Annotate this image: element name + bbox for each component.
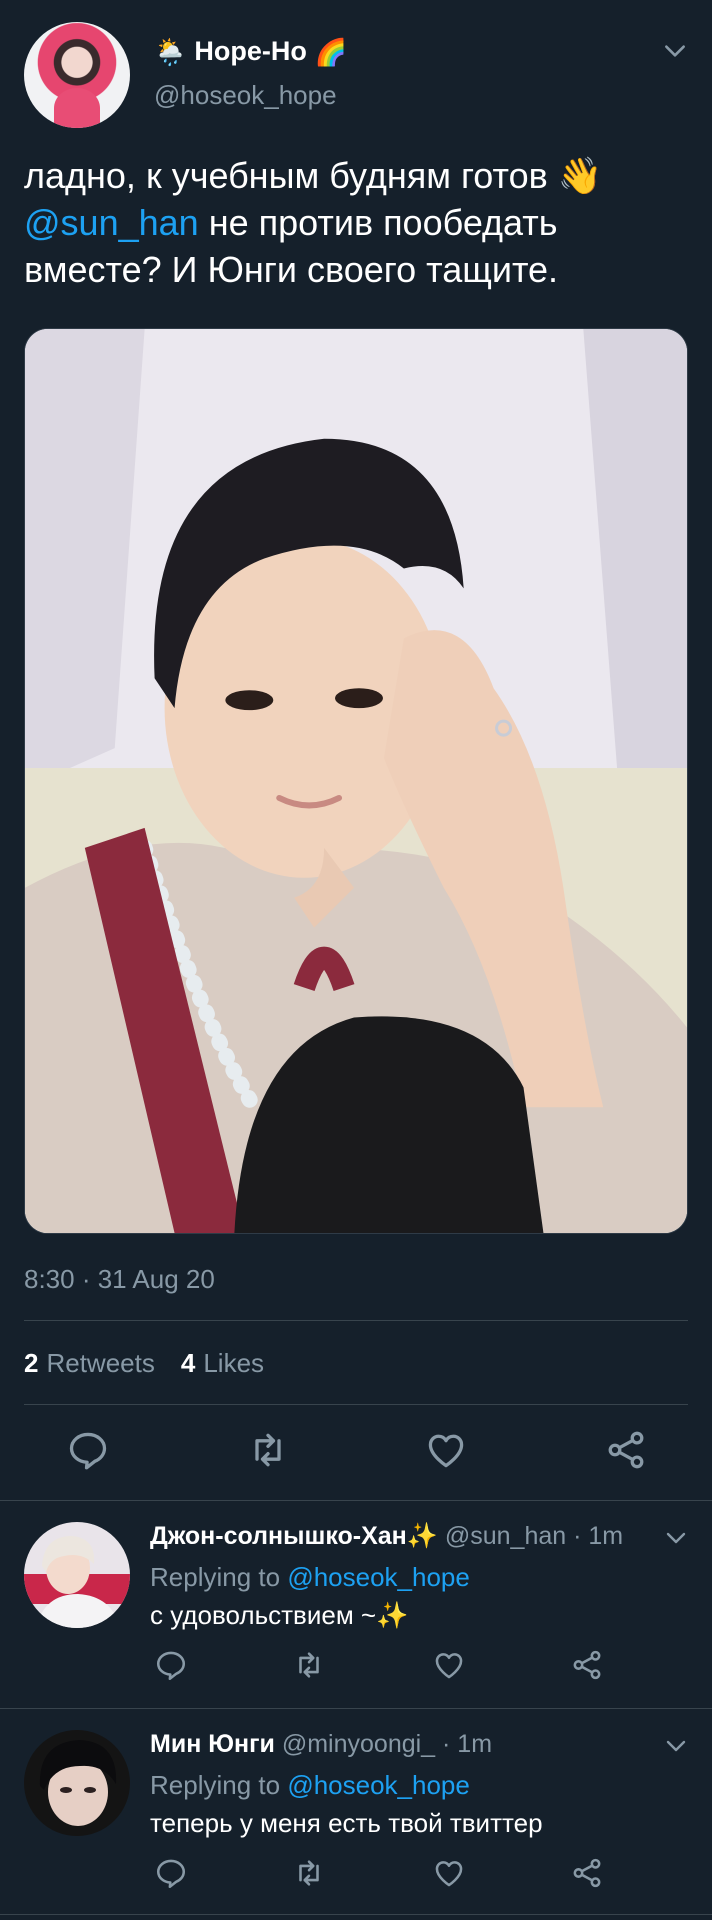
reply-actions xyxy=(150,1856,620,1896)
replying-to-line: Replying to @hoseok_hope xyxy=(150,1562,470,1593)
avatar[interactable] xyxy=(24,22,130,128)
divider xyxy=(24,1320,688,1321)
replying-to-label: Replying to xyxy=(150,1770,288,1800)
chevron-down-icon[interactable] xyxy=(664,1734,688,1758)
reply-text: теперь у меня есть твой твиттер xyxy=(150,1808,543,1838)
replying-to-label: Replying to xyxy=(150,1562,288,1592)
rainbow-emoji: 🌈 xyxy=(314,36,348,67)
tweet-photo[interactable] xyxy=(24,328,688,1234)
retweet-icon[interactable] xyxy=(246,1428,290,1472)
retweet-icon[interactable] xyxy=(292,1648,326,1682)
mention-link[interactable]: @sun_han xyxy=(24,202,199,243)
author-display-name[interactable]: Hope-Ho xyxy=(194,36,306,67)
like-icon[interactable] xyxy=(432,1648,466,1682)
reply-tweet[interactable]: Мин Юнги @minyoongi_ · 1m Replying to @h… xyxy=(0,1730,712,1900)
divider xyxy=(0,1914,712,1915)
divider xyxy=(24,1404,688,1405)
like-icon[interactable] xyxy=(432,1856,466,1890)
reply-icon[interactable] xyxy=(66,1428,110,1472)
reply-tweet[interactable]: Джон-солнышко-Хан✨ @sun_han · 1m Replyin… xyxy=(0,1522,712,1688)
reply-author-meta[interactable]: @minyoongi_ · 1m xyxy=(275,1730,492,1758)
divider xyxy=(0,1500,712,1501)
replying-to-mention[interactable]: @hoseok_hope xyxy=(287,1562,470,1592)
divider xyxy=(0,1708,712,1709)
weather-emoji: 🌦️ xyxy=(154,36,187,67)
tweet-detail-page: 🌦️ Hope-Ho 🌈 @hoseok_hope ладно, к учебн… xyxy=(0,0,712,1920)
likes-count: 4 xyxy=(180,1348,196,1378)
tweet-text: ладно, к учебным будням готов 👋 @sun_han… xyxy=(24,152,684,293)
author-handle[interactable]: @hoseok_hope xyxy=(154,80,337,111)
like-icon[interactable] xyxy=(424,1428,468,1472)
share-icon[interactable] xyxy=(570,1856,604,1890)
reply-author-meta[interactable]: @sun_han · 1m xyxy=(438,1522,623,1550)
tweet-timestamp[interactable]: 8:30 · 31 Aug 20 xyxy=(24,1264,215,1295)
author-name-line[interactable]: 🌦️ Hope-Ho 🌈 xyxy=(154,36,347,67)
tweet-stats: 2 Retweets 4 Likes xyxy=(24,1348,264,1379)
reply-icon[interactable] xyxy=(154,1856,188,1890)
reply-text: с удовольствием ~✨ xyxy=(150,1600,409,1630)
selfie-illustration xyxy=(25,329,687,1233)
share-icon[interactable] xyxy=(570,1648,604,1682)
reply-author-line: Джон-солнышко-Хан✨ @sun_han · 1m xyxy=(150,1522,623,1551)
tweet-header: 🌦️ Hope-Ho 🌈 @hoseok_hope xyxy=(24,22,688,130)
avatar[interactable] xyxy=(24,1730,130,1836)
retweet-icon[interactable] xyxy=(292,1856,326,1890)
reply-author-name[interactable]: Мин Юнги xyxy=(150,1730,275,1758)
tweet-actions xyxy=(24,1428,688,1476)
tweet-text-part1: ладно, к учебным будням готов 👋 xyxy=(24,155,603,196)
likes-label: Likes xyxy=(203,1348,265,1378)
share-icon[interactable] xyxy=(604,1428,648,1472)
retweets-stat[interactable]: 2 Retweets xyxy=(24,1348,155,1379)
replying-to-line: Replying to @hoseok_hope xyxy=(150,1770,470,1801)
reply-author-line: Мин Юнги @minyoongi_ · 1m xyxy=(150,1730,492,1759)
likes-stat[interactable]: 4 Likes xyxy=(181,1348,264,1379)
chevron-down-icon[interactable] xyxy=(662,38,688,64)
chevron-down-icon[interactable] xyxy=(664,1526,688,1550)
retweets-label: Retweets xyxy=(46,1348,155,1378)
reply-author-name[interactable]: Джон-солнышко-Хан✨ xyxy=(150,1522,438,1550)
reply-actions xyxy=(150,1648,620,1688)
avatar[interactable] xyxy=(24,1522,130,1628)
replying-to-mention[interactable]: @hoseok_hope xyxy=(287,1770,470,1800)
retweets-count: 2 xyxy=(24,1348,39,1378)
reply-icon[interactable] xyxy=(154,1648,188,1682)
